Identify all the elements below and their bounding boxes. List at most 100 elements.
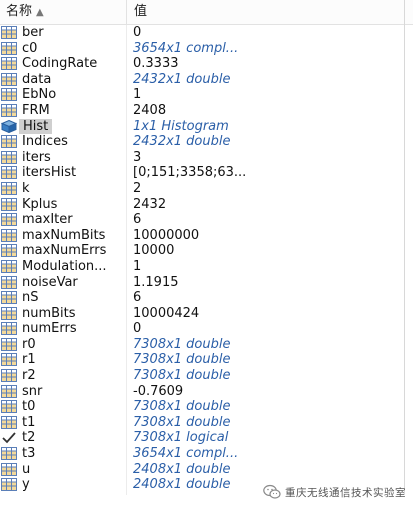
variable-name: noiseVar: [22, 274, 78, 290]
variable-value: 2408x1 double: [133, 461, 231, 477]
variable-row-u[interactable]: u 2408x1 double: [0, 462, 404, 478]
matrix-icon: [1, 415, 17, 429]
variable-row-c0[interactable]: c0 3654x1 compl...: [0, 41, 404, 57]
variable-row-noisevar[interactable]: noiseVar 1.1915: [0, 275, 404, 291]
variable-name: numBits: [22, 305, 76, 321]
variable-value: 7308x1 double: [133, 352, 231, 368]
matrix-icon: [1, 353, 17, 367]
variable-value: 0: [133, 321, 142, 337]
variable-row-ebno[interactable]: EbNo 1: [0, 87, 404, 103]
matrix-icon: [1, 322, 17, 336]
matrix-icon: [1, 166, 17, 180]
variable-row-maxnumbits[interactable]: maxNumBits 10000000: [0, 228, 404, 244]
variable-name: maxNumErrs: [22, 243, 107, 259]
matrix-icon: [1, 213, 17, 227]
variable-row-ns[interactable]: nS 6: [0, 290, 404, 306]
matrix-icon: [1, 181, 17, 195]
variable-row-numbits[interactable]: numBits 10000424: [0, 306, 404, 322]
variable-row-r1[interactable]: r1 7308x1 double: [0, 352, 404, 368]
variable-value: 3: [133, 149, 142, 165]
variable-value: 0.3333: [133, 56, 179, 72]
column-header-name[interactable]: 名称 ▲: [6, 0, 124, 24]
watermark: 重庆无线通信技术实验室: [263, 483, 406, 501]
variable-row-t1[interactable]: t1 7308x1 double: [0, 415, 404, 431]
matrix-icon: [1, 337, 17, 351]
variable-row-modulation[interactable]: Modulation... 1: [0, 259, 404, 275]
matrix-icon: [1, 244, 17, 258]
variable-value: 10000: [133, 243, 175, 259]
variable-name: Indices: [22, 134, 68, 150]
variable-value: -0.7609: [133, 383, 184, 399]
variable-value: 7308x1 double: [133, 399, 231, 415]
variable-row-hist[interactable]: Hist 1x1 Histogram: [0, 118, 404, 135]
matrix-icon: [1, 259, 17, 273]
variable-name: iters: [22, 149, 51, 165]
variable-row-data[interactable]: data 2432x1 double: [0, 72, 404, 88]
variable-row-maxnumerrs[interactable]: maxNumErrs 10000: [0, 243, 404, 259]
matrix-icon: [1, 228, 17, 242]
variable-row-t0[interactable]: t0 7308x1 double: [0, 399, 404, 415]
variable-value: 1: [133, 87, 142, 103]
logical-check-icon: [2, 432, 16, 444]
variable-name: ber: [22, 25, 44, 40]
variable-row-r2[interactable]: r2 7308x1 double: [0, 368, 404, 384]
variable-row-indices[interactable]: Indices 2432x1 double: [0, 134, 404, 150]
column-header-name-label: 名称: [6, 4, 33, 19]
variable-value: 1: [133, 258, 142, 274]
variable-list: ber 0 c0 3654x1 compl... CodingRate 0.3333 dat…: [0, 25, 404, 493]
variable-value: 6: [133, 212, 142, 228]
variable-name: r1: [22, 352, 36, 368]
matrix-icon: [1, 275, 17, 289]
variable-row-codingrate[interactable]: CodingRate 0.3333: [0, 56, 404, 72]
variable-row-t3[interactable]: t3 3654x1 compl...: [0, 446, 404, 462]
variable-row-ber[interactable]: ber 0: [0, 25, 404, 41]
matrix-icon: [1, 197, 17, 211]
workspace-panel: 名称 ▲ 值 ber 0 c0 3654x1 compl... CodingRate 0.3…: [0, 0, 413, 509]
variable-value: 0: [133, 25, 142, 40]
variable-name: r2: [22, 368, 36, 384]
object-icon: [1, 119, 17, 133]
variable-row-frm[interactable]: FRM 2408: [0, 103, 404, 119]
variable-row-t2[interactable]: t2 7308x1 logical: [0, 430, 404, 446]
column-header-value-label: 值: [134, 4, 148, 19]
matrix-icon: [1, 26, 17, 39]
variable-value: 2408: [133, 102, 167, 118]
variable-name: maxNumBits: [22, 227, 106, 243]
variable-row-kplus[interactable]: Kplus 2432: [0, 197, 404, 213]
variable-value: 1.1915: [133, 274, 179, 290]
column-header-value[interactable]: 值: [134, 0, 147, 24]
variable-row-maxiter[interactable]: maxIter 6: [0, 212, 404, 228]
variable-row-itershist[interactable]: itersHist [0;151;3358;63...: [0, 165, 404, 181]
watermark-text: 重庆无线通信技术实验室: [285, 486, 406, 499]
header-divider[interactable]: [126, 0, 127, 24]
variable-value: [0;151;3358;63...: [133, 165, 247, 181]
variable-name: Hist: [19, 118, 53, 135]
matrix-icon: [1, 291, 17, 305]
matrix-icon: [1, 57, 17, 71]
variable-value: 2432x1 double: [133, 134, 231, 150]
variable-name: c0: [22, 40, 38, 56]
variable-name: Kplus: [22, 196, 58, 212]
variable-value: 1x1 Histogram: [133, 118, 229, 134]
variable-row-snr[interactable]: snr -0.7609: [0, 384, 404, 400]
variable-name: k: [22, 180, 30, 196]
sort-ascending-icon[interactable]: ▲: [36, 7, 44, 18]
variable-row-k[interactable]: k2: [0, 181, 404, 197]
variable-name: maxIter: [22, 212, 73, 228]
variable-row-r0[interactable]: r0 7308x1 double: [0, 337, 404, 353]
variable-value: 7308x1 double: [133, 368, 231, 384]
variable-value: 6: [133, 290, 142, 306]
variable-name: y: [22, 477, 30, 493]
variable-value: 7308x1 double: [133, 336, 231, 352]
variable-name: numErrs: [22, 321, 77, 337]
variable-value: 7308x1 logical: [133, 430, 229, 446]
variable-name: data: [22, 71, 52, 87]
matrix-icon: [1, 369, 17, 383]
wechat-logo-icon: [263, 484, 281, 499]
matrix-icon: [1, 447, 17, 461]
variable-value: 2432: [133, 196, 167, 212]
variable-name: itersHist: [22, 165, 77, 181]
variable-row-iters[interactable]: iters 3: [0, 150, 404, 166]
variable-value: 3654x1 compl...: [133, 446, 239, 462]
variable-row-numerrs[interactable]: numErrs 0: [0, 321, 404, 337]
